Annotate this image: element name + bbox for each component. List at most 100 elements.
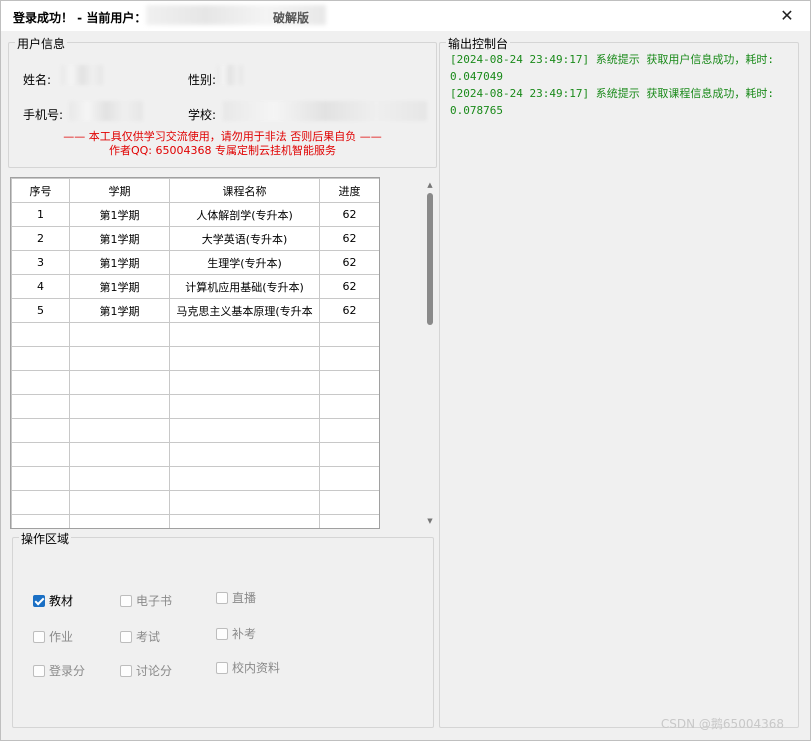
checkbox-unchecked-icon[interactable] — [216, 627, 228, 640]
option-label: 电子书 — [136, 594, 173, 608]
table-row[interactable]: 2 第1学期 大学英语(专升本) 62 — [11, 226, 379, 251]
empty-cell — [169, 466, 320, 491]
option-label: 教材 — [49, 594, 74, 608]
checkbox-unchecked-icon[interactable] — [216, 591, 228, 604]
option-label: 讨论分 — [136, 664, 173, 678]
checkbox-checked-icon[interactable] — [33, 594, 45, 607]
course-table[interactable]: 序号 学期 课程名称 进度 1 第1学期 人体解剖学(专升本) 62 2 第1学期 大学英语… — [10, 177, 380, 529]
table-row-empty — [11, 442, 379, 467]
checkbox-unchecked-icon[interactable] — [120, 630, 132, 643]
table-row-empty — [11, 370, 379, 395]
table-row[interactable]: 3 第1学期 生理学(专升本) 62 — [11, 250, 379, 275]
gender-value-redacted — [217, 65, 243, 85]
option-label: 作业 — [49, 630, 74, 644]
empty-cell — [319, 442, 379, 467]
cell-course-name: 大学英语(专升本) — [169, 226, 320, 251]
console-output[interactable]: [2024-08-24 23:49:17] 系统提示 获取用户信息成功，耗时: … — [450, 51, 795, 119]
empty-cell — [319, 466, 379, 491]
scroll-thumb[interactable] — [427, 193, 433, 325]
cell-index: 1 — [11, 202, 70, 227]
checkbox-unchecked-icon[interactable] — [216, 661, 228, 674]
window-title-suffix: 破解版 — [273, 11, 310, 25]
school-label: 学校: — [188, 108, 217, 122]
close-icon: ✕ — [780, 6, 794, 25]
cell-index: 5 — [11, 298, 70, 323]
watermark: CSDN @鹅65004368 — [660, 717, 784, 731]
author-contact-line: 作者QQ: 65004368 专属定制云挂机智能服务 — [108, 144, 336, 157]
option-label: 补考 — [232, 627, 257, 641]
column-header-index[interactable]: 序号 — [11, 178, 70, 203]
option-checkbox[interactable]: 讨论分 — [120, 662, 172, 679]
checkbox-unchecked-icon[interactable] — [120, 594, 132, 607]
column-header-term[interactable]: 学期 — [69, 178, 170, 203]
option-checkbox[interactable]: 考试 — [120, 628, 160, 645]
gender-label: 性别: — [188, 73, 217, 87]
option-label: 直播 — [232, 591, 257, 605]
cell-progress: 62 — [319, 298, 379, 323]
option-checkbox[interactable]: 电子书 — [120, 592, 172, 609]
empty-cell — [69, 466, 170, 491]
option-label: 登录分 — [49, 664, 86, 678]
operations-group: 操作区域 教材 电子书 直播 作业 考试 补考 登录分 讨论分 校内资料 — [12, 530, 434, 728]
console-legend: 输出控制台 — [446, 35, 511, 52]
option-checkbox[interactable]: 补考 — [216, 625, 256, 642]
cell-term: 第1学期 — [69, 298, 170, 323]
cell-index: 4 — [11, 274, 70, 299]
table-row[interactable]: 4 第1学期 计算机应用基础(专升本) 62 — [11, 274, 379, 299]
console-line: [2024-08-24 23:49:17] 系统提示 获取课程信息成功，耗时: … — [450, 87, 774, 117]
empty-cell — [69, 514, 170, 528]
scroll-up-arrow-icon[interactable]: ▲ — [426, 181, 434, 189]
cell-progress: 62 — [319, 202, 379, 227]
cell-term: 第1学期 — [69, 202, 170, 227]
option-label: 校内资料 — [232, 661, 281, 675]
empty-cell — [11, 418, 70, 443]
option-checkbox[interactable]: 直播 — [216, 589, 256, 606]
table-scrollbar[interactable]: ▲ ▼ — [426, 181, 434, 526]
empty-cell — [319, 394, 379, 419]
cell-course-name: 生理学(专升本) — [169, 250, 320, 275]
empty-cell — [169, 442, 320, 467]
table-header-row: 序号 学期 课程名称 进度 — [11, 178, 379, 203]
cell-term: 第1学期 — [69, 250, 170, 275]
empty-cell — [319, 490, 379, 515]
checkbox-unchecked-icon[interactable] — [120, 664, 132, 677]
phone-label: 手机号: — [23, 108, 64, 122]
school-value-redacted — [223, 101, 427, 121]
user-info-group: 用户信息 姓名: 性别: 手机号: 学校: —— 本工具仅供学习交流使用，请勿用… — [8, 35, 437, 168]
empty-cell — [11, 394, 70, 419]
close-button[interactable]: ✕ — [774, 4, 800, 28]
cell-progress: 62 — [319, 226, 379, 251]
column-header-course-name[interactable]: 课程名称 — [169, 178, 320, 203]
option-checkbox[interactable]: 登录分 — [33, 662, 85, 679]
cell-index: 3 — [11, 250, 70, 275]
empty-cell — [319, 322, 379, 347]
checkbox-unchecked-icon[interactable] — [33, 664, 45, 677]
empty-cell — [69, 490, 170, 515]
phone-value-redacted — [69, 101, 143, 121]
empty-cell — [11, 514, 70, 528]
empty-cell — [319, 346, 379, 371]
name-label: 姓名: — [23, 73, 52, 87]
option-checkbox[interactable]: 校内资料 — [216, 659, 280, 676]
window-title: 登录成功！ - 当前用户： — [13, 11, 147, 25]
scroll-down-arrow-icon[interactable]: ▼ — [426, 517, 434, 525]
column-header-progress[interactable]: 进度 — [319, 178, 379, 203]
table-row-empty — [11, 322, 379, 347]
empty-cell — [319, 370, 379, 395]
empty-cell — [69, 418, 170, 443]
option-label: 考试 — [136, 630, 161, 644]
cell-course-name: 计算机应用基础(专升本) — [169, 274, 320, 299]
empty-cell — [11, 466, 70, 491]
empty-cell — [69, 322, 170, 347]
table-row[interactable]: 1 第1学期 人体解剖学(专升本) 62 — [11, 202, 379, 227]
console-line: [2024-08-24 23:49:17] 系统提示 获取用户信息成功，耗时: … — [450, 53, 774, 83]
cell-course-name: 马克思主义基本原理(专升本 — [169, 298, 320, 323]
table-row-empty — [11, 394, 379, 419]
option-checkbox[interactable]: 作业 — [33, 628, 73, 645]
option-checkbox[interactable]: 教材 — [33, 592, 73, 609]
empty-cell — [69, 370, 170, 395]
cell-term: 第1学期 — [69, 274, 170, 299]
checkbox-unchecked-icon[interactable] — [33, 630, 45, 643]
user-info-legend: 用户信息 — [15, 35, 68, 52]
table-row[interactable]: 5 第1学期 马克思主义基本原理(专升本 62 — [11, 298, 379, 323]
